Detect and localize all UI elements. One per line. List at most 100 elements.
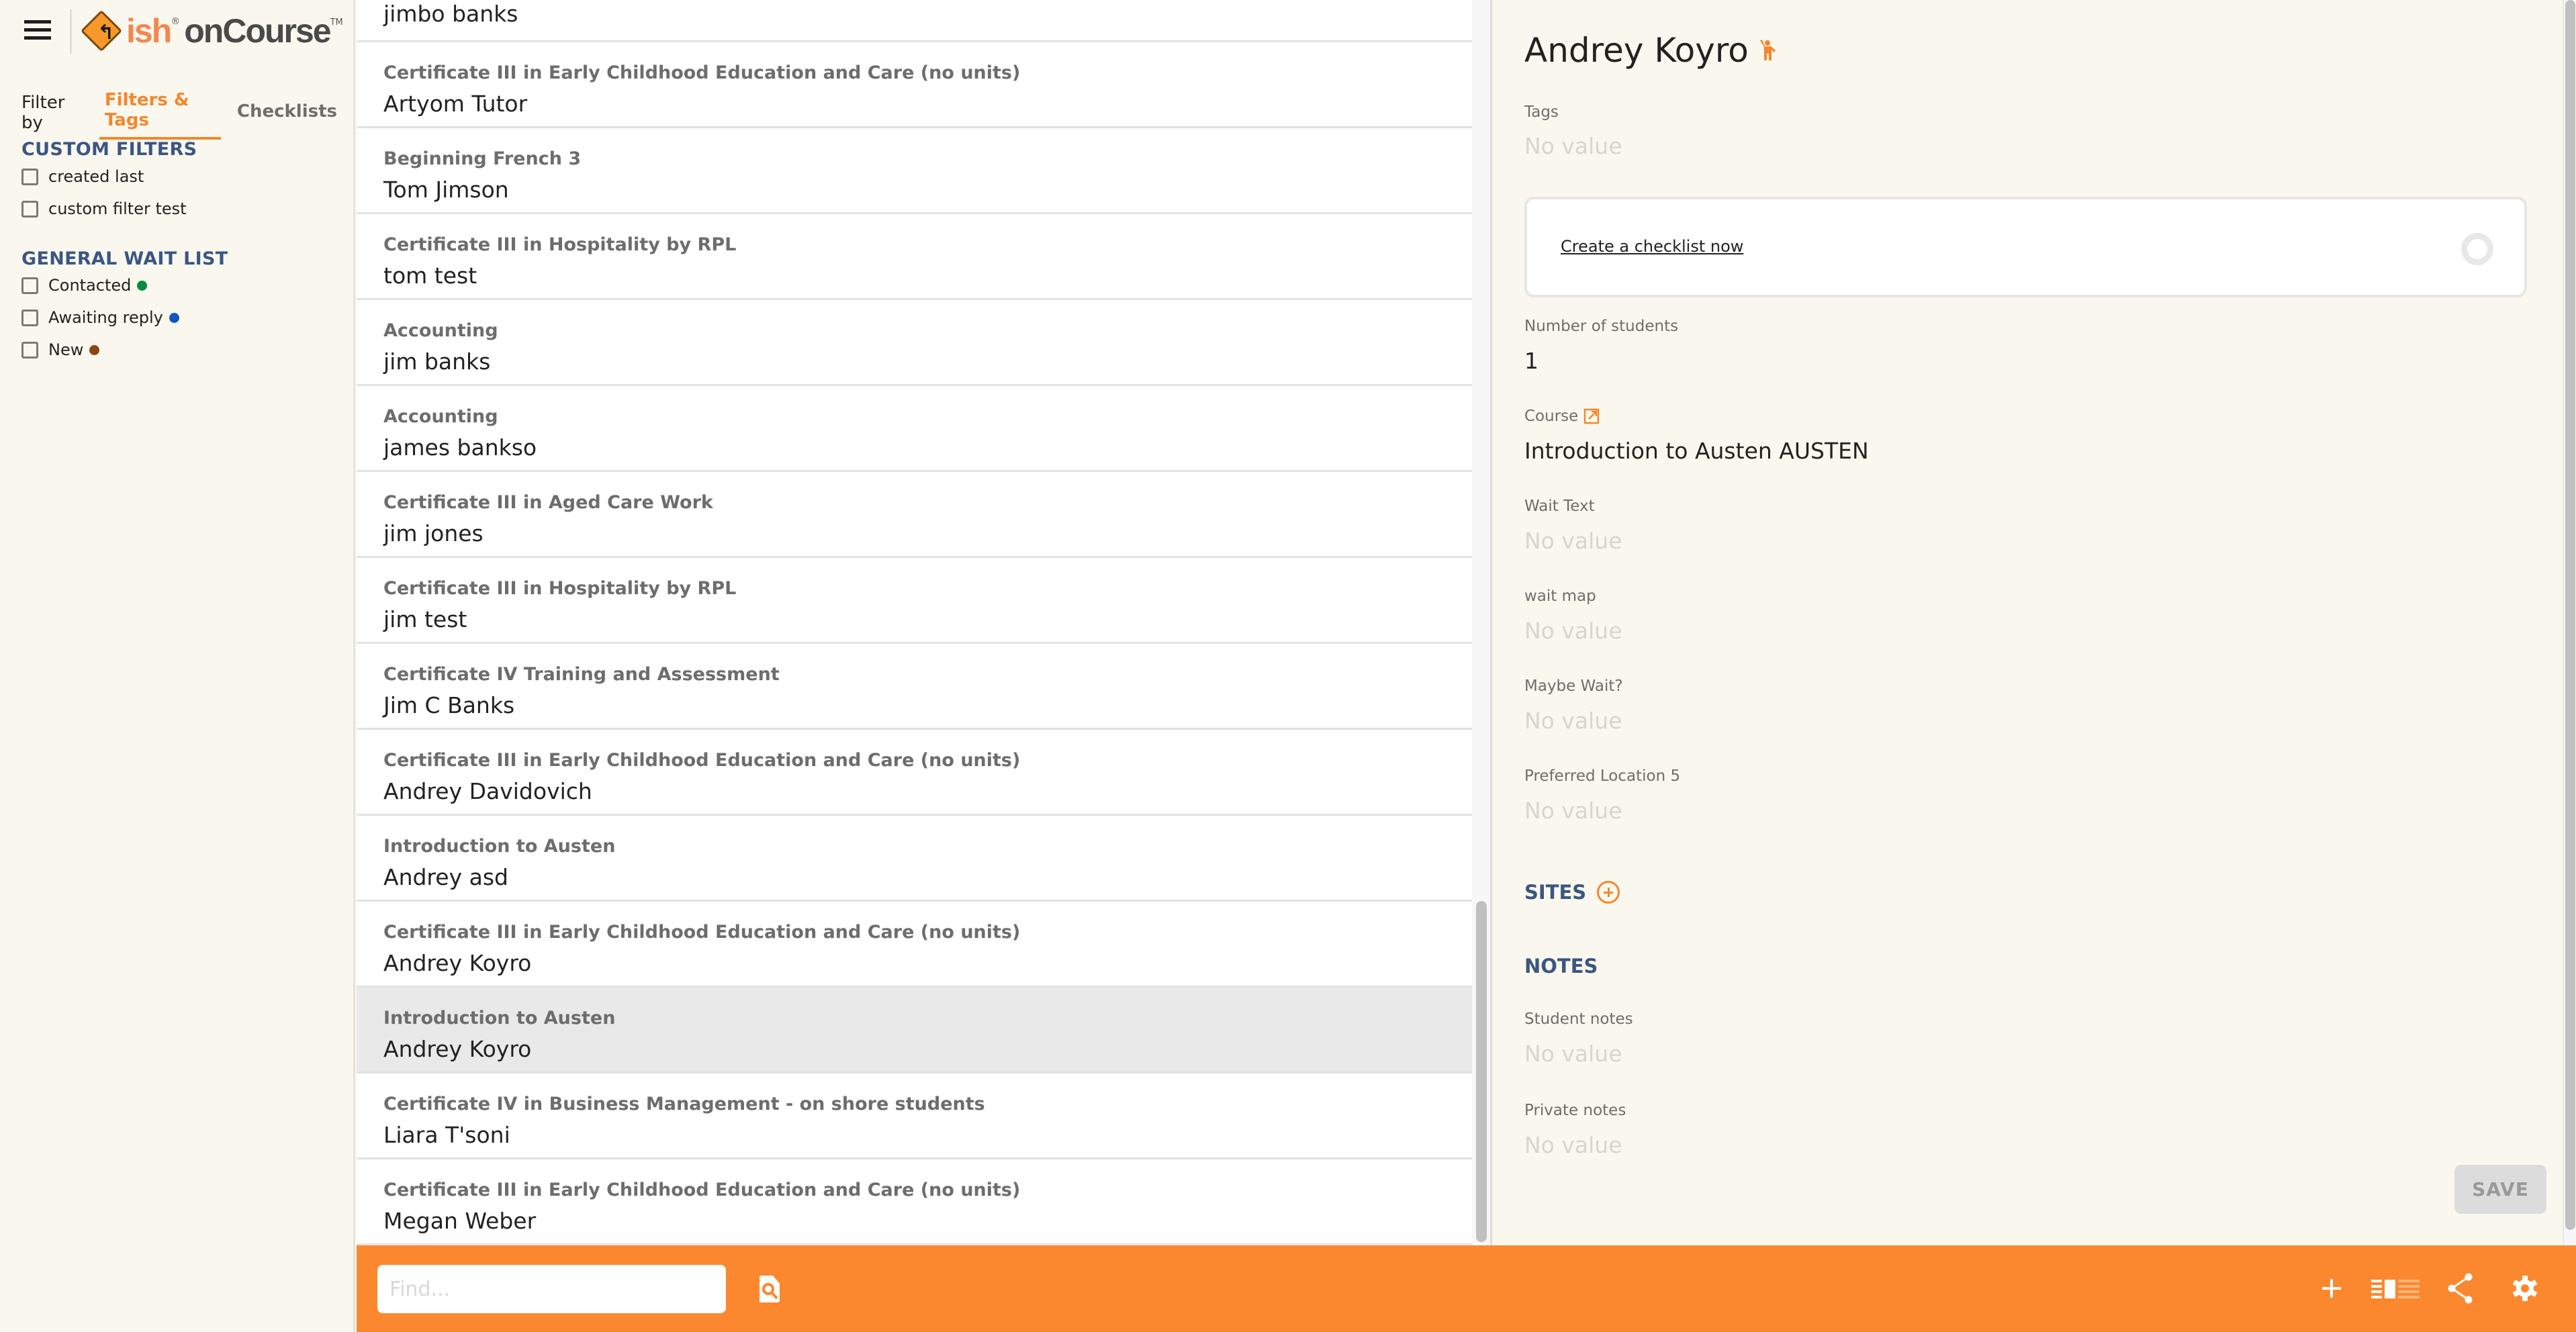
open-link-icon[interactable] [1583,408,1600,424]
tab-filters-tags[interactable]: Filters & Tags [99,86,221,140]
brand-oncourse: onCourse [184,12,331,50]
list-row[interactable]: Accounting jim banks [357,300,1472,386]
share-icon[interactable] [2447,1271,2474,1306]
row-person: Andrey Koyro [383,1036,532,1062]
custom-filters-heading: CUSTOM FILTERS [21,139,197,160]
wait-map-label: wait map [1524,587,1596,605]
header-divider [70,9,72,54]
course-label: Course [1524,408,1600,425]
checkbox[interactable] [21,168,38,185]
checkbox[interactable] [21,341,38,359]
panel-scrollbar[interactable] [2563,0,2576,1245]
course-value[interactable]: Introduction to Austen AUSTEN [1524,438,1869,464]
student-notes-value[interactable]: No value [1524,1041,1622,1067]
settings-gear-icon[interactable] [2512,1271,2538,1306]
checklist-progress-icon [2461,233,2493,265]
preferred-location-value[interactable]: No value [1524,798,1622,824]
add-site-icon[interactable] [1597,881,1620,904]
general-wait-list-heading: GENERAL WAIT LIST [21,248,228,269]
status-dot-brown-icon [89,344,100,355]
waving-person-icon [1759,40,1776,60]
row-person: jim jones [383,520,484,546]
row-course: Accounting [383,406,498,427]
list-scrollbar[interactable] [1472,0,1490,1245]
private-notes-label: Private notes [1524,1102,1626,1119]
list-row[interactable]: Certificate III in Early Childhood Educa… [357,1159,1472,1245]
record-title: Andrey Koyro [1524,31,1776,70]
filter-label: Contacted [48,276,132,295]
sites-heading: SITES [1524,881,1620,904]
list-row[interactable]: Introduction to Austen Andrey asd [357,816,1472,902]
row-course: Beginning French 3 [383,148,582,169]
add-icon[interactable] [2319,1271,2344,1306]
list-row[interactable]: Certificate III in Aged Care Work jim jon… [357,472,1472,558]
filter-label: Awaiting reply [48,308,163,327]
split-view-icon[interactable] [2371,1271,2420,1306]
row-course: Introduction to Austen [383,1008,616,1029]
tab-checklists[interactable]: Checklists [232,97,342,128]
list-row[interactable]: Certificate III in Early Childhood Educa… [357,730,1472,816]
menu-icon[interactable] [24,20,51,43]
create-checklist-link[interactable]: Create a checklist now [1561,237,1743,256]
maybe-wait-label: Maybe Wait? [1524,677,1623,695]
tags-label: Tags [1524,103,1559,121]
row-course: Certificate IV Training and Assessment [383,664,780,685]
list-row[interactable]: Certificate III in Early Childhood Educa… [357,902,1472,988]
row-person: Andrey Davidovich [383,778,592,804]
checkbox[interactable] [21,277,38,294]
tags-value[interactable]: No value [1524,133,1622,159]
filter-awaiting-reply[interactable]: Awaiting reply [21,308,179,327]
row-course: Accounting [383,320,498,341]
sidebar: ↰ ish ® onCourse TM Filter by Filters & … [0,0,355,1332]
row-course: Certificate III in Hospitality by RPL [383,578,737,599]
row-person: Liara T'soni [383,1122,510,1148]
filter-label: custom filter test [48,199,187,218]
list-row[interactable]: Introduction to Austen Andrey Koyro [357,988,1472,1074]
preferred-location-label: Preferred Location 5 [1524,767,1681,785]
list-row[interactable]: Certificate III in Hospitality by RPL tom… [357,214,1472,300]
student-notes-label: Student notes [1524,1010,1633,1028]
checkbox[interactable] [21,200,38,218]
row-person: jim test [383,606,467,632]
waiting-list: jimbo banks Certificate III in Early Chi… [357,0,1472,1245]
filter-label: New [48,340,84,359]
checkbox[interactable] [21,309,38,326]
filter-label: created last [48,167,144,186]
status-dot-green-icon [137,280,148,291]
filter-custom-filter-test[interactable]: custom filter test [21,199,187,218]
find-input[interactable] [377,1265,726,1313]
road-sign-icon: ↰ [80,9,123,52]
list-row[interactable]: Certificate III in Hospitality by RPL jim… [357,558,1472,644]
list-row[interactable]: Certificate IV Training and Assessment Ji… [357,644,1472,730]
row-person: Tom Jimson [383,177,509,203]
save-button[interactable]: SAVE [2454,1165,2546,1214]
private-notes-value[interactable]: No value [1524,1132,1622,1158]
row-course: Introduction to Austen [383,836,616,857]
row-person: Jim C Banks [383,692,515,718]
filter-created-last[interactable]: created last [21,167,144,186]
filter-contacted[interactable]: Contacted [21,276,148,295]
number-of-students-value[interactable]: 1 [1524,348,1538,374]
wait-map-value[interactable]: No value [1524,618,1622,644]
list-row[interactable]: Certificate IV in Business Management - … [357,1074,1472,1159]
filter-new[interactable]: New [21,340,100,359]
maybe-wait-value[interactable]: No value [1524,708,1622,734]
number-of-students-label: Number of students [1524,318,1679,335]
row-course: Certificate III in Early Childhood Educa… [383,1180,1021,1200]
wait-text-value[interactable]: No value [1524,528,1622,554]
advanced-search-icon[interactable] [758,1276,781,1302]
list-row[interactable]: Beginning French 3 Tom Jimson [357,128,1472,214]
list-row[interactable]: Certificate III in Early Childhood Educa… [357,42,1472,128]
row-person: Andrey asd [383,864,508,890]
row-course: Certificate III in Early Childhood Educa… [383,922,1021,943]
panel-scrollbar-thumb[interactable] [2565,0,2575,1230]
registered-mark: ® [171,16,181,27]
list-scrollbar-thumb[interactable] [1476,901,1487,1242]
list-row[interactable]: Accounting james bankso [357,386,1472,472]
record-name: Andrey Koyro [1524,31,1749,70]
detail-panel: Andrey Koyro Tags No value Create a chec… [1490,0,2563,1245]
row-person: Megan Weber [383,1208,537,1234]
course-label-text: Course [1524,408,1579,425]
row-course: Certificate III in Hospitality by RPL [383,234,737,255]
list-row[interactable]: jimbo banks [357,0,1472,42]
